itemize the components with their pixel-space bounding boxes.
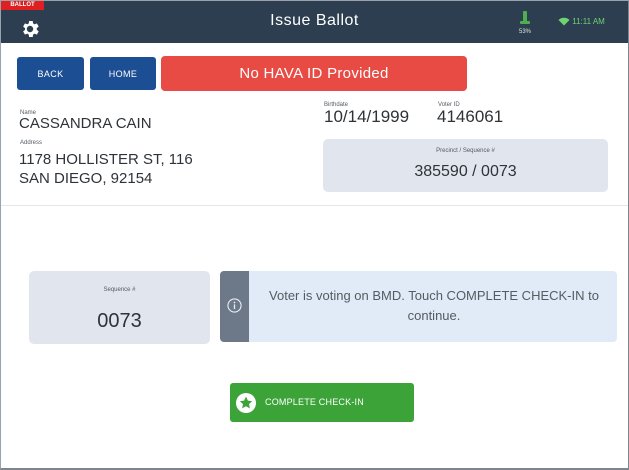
sequence-value: 0073 bbox=[97, 310, 142, 332]
sequence-label: Sequence # bbox=[103, 287, 136, 293]
app-header: BALLOT Issue Ballot 53% 11:11 AM bbox=[1, 1, 628, 43]
voter-id-value: 4146061 bbox=[437, 107, 504, 126]
wifi-icon bbox=[558, 18, 570, 26]
toolbar: BACK HOME No HAVA ID Provided bbox=[1, 43, 628, 95]
clock: 11:11 AM bbox=[558, 15, 622, 29]
info-text: Voter is voting on BMD. Touch COMPLETE C… bbox=[269, 288, 599, 323]
info-message: Voter is voting on BMD. Touch COMPLETE C… bbox=[220, 271, 617, 342]
back-button[interactable]: BACK bbox=[17, 57, 84, 90]
address-line2: SAN DIEGO, 92154 bbox=[19, 170, 153, 187]
precinct-card: Precinct / Sequence # 385590 / 0073 bbox=[323, 139, 608, 192]
star-icon bbox=[236, 393, 256, 413]
hava-id-alert: No HAVA ID Provided bbox=[161, 56, 467, 91]
info-icon bbox=[227, 298, 242, 313]
birthdate-value: 10/14/1999 bbox=[324, 107, 410, 126]
complete-check-in-label: COMPLETE CHECK-IN bbox=[265, 397, 364, 407]
address-label: Address bbox=[20, 140, 43, 146]
signal-label: 53% bbox=[518, 29, 531, 35]
info-bar bbox=[220, 271, 249, 342]
voter-name: CASSANDRA CAIN bbox=[19, 115, 152, 132]
status-badge: BALLOT bbox=[1, 1, 44, 10]
precinct-label: Precinct / Sequence # bbox=[436, 148, 495, 154]
address-line1: 1178 HOLLISTER ST, 116 bbox=[19, 151, 193, 168]
sequence-card: Sequence # 0073 bbox=[29, 271, 210, 344]
app-window: BALLOT Issue Ballot 53% 11:11 AM BACK HO… bbox=[0, 0, 629, 470]
home-button[interactable]: HOME bbox=[90, 57, 156, 90]
voter-details: Name CASSANDRA CAIN Address 1178 HOLLIST… bbox=[1, 95, 628, 206]
precinct-value: 385590 / 0073 bbox=[414, 163, 517, 180]
signal-icon bbox=[520, 11, 530, 24]
clock-time: 11:11 AM bbox=[572, 17, 605, 26]
signal-indicator: 53% bbox=[511, 9, 539, 39]
complete-check-in-button[interactable]: COMPLETE CHECK-IN bbox=[230, 383, 414, 422]
